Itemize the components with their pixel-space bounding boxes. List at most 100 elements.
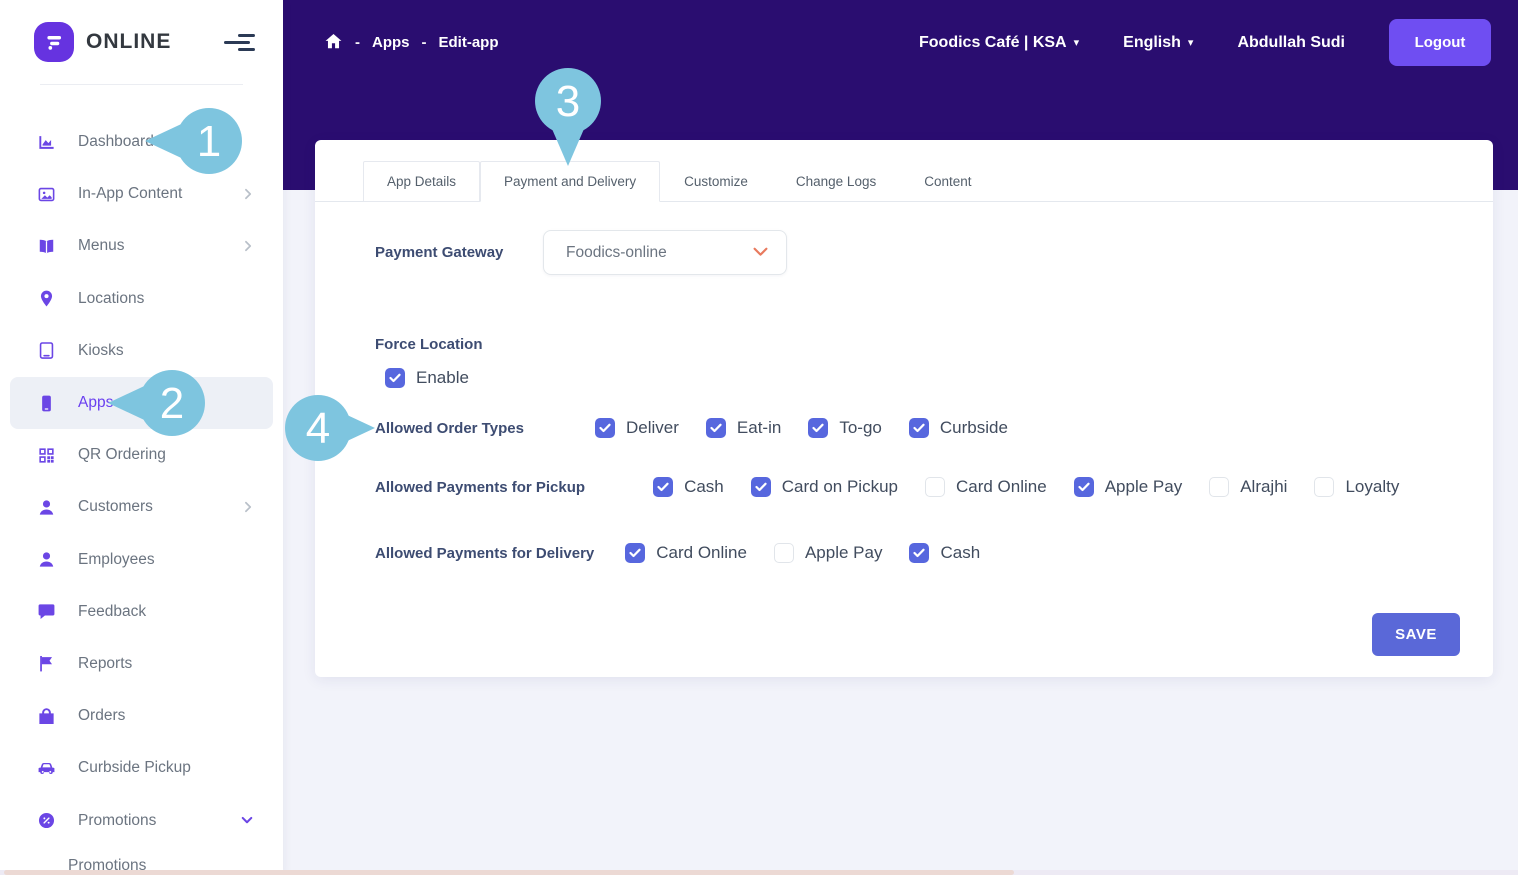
checkbox-to-go[interactable]: To-go (808, 418, 882, 438)
payment-gateway-label: Payment Gateway (375, 244, 504, 261)
delivery-payments-label: Allowed Payments for Delivery (375, 544, 595, 562)
user-icon (36, 550, 56, 569)
checkbox-enable[interactable]: Enable (385, 368, 469, 388)
checkbox-deliver[interactable]: Deliver (595, 418, 679, 438)
header-right: Foodics Café | KSA ▾ English ▾ Abdullah Su… (919, 19, 1491, 66)
foodics-logo-icon (34, 22, 74, 62)
sidebar-item-promotions[interactable]: Promotions (0, 794, 283, 846)
caret-down-icon: ▾ (1187, 36, 1194, 49)
checked-box-icon (750, 477, 771, 497)
tab-content[interactable]: Content (900, 161, 995, 202)
user-icon (36, 498, 56, 517)
scrollbar-thumb[interactable] (4, 870, 1014, 875)
book-icon (36, 237, 56, 256)
svg-text:1: 1 (197, 117, 221, 166)
user-name: Abdullah Sudi (1237, 33, 1345, 51)
payment-gateway-row: Payment Gateway (375, 230, 503, 275)
chevron-down-icon (753, 244, 768, 262)
edit-app-card: App Details Payment and Delivery Customize… (315, 140, 1493, 677)
home-icon[interactable] (324, 32, 343, 51)
caret-down-icon: ▾ (1073, 36, 1080, 49)
tab-bar: App Details Payment and Delivery Customize… (315, 161, 1493, 202)
delivery-payments-row: Allowed Payments for Delivery Card Onlin… (375, 531, 1007, 575)
image-icon (36, 185, 56, 204)
breadcrumb-edit-app[interactable]: Edit-app (439, 34, 499, 51)
checkbox-apple-pay[interactable]: Apple Pay (1073, 477, 1182, 497)
sidebar-item-reports[interactable]: Reports (0, 638, 283, 690)
chevron-right-icon (244, 501, 253, 513)
checkbox-alrajhi[interactable]: Alrajhi (1209, 477, 1287, 497)
unchecked-box-icon (1314, 477, 1335, 497)
checkbox-cash[interactable]: Cash (909, 543, 980, 563)
checked-box-icon (705, 418, 726, 438)
annotation-pin-2: 2 (108, 370, 206, 436)
payment-gateway-select[interactable]: Foodics-online (543, 230, 787, 275)
force-location-label: Force Location (375, 336, 483, 353)
checkbox-apple-pay[interactable]: Apple Pay (773, 543, 882, 563)
checked-box-icon (653, 477, 674, 497)
tab-change-logs[interactable]: Change Logs (772, 161, 900, 202)
qr-code-icon (36, 446, 56, 465)
checked-box-icon (1073, 477, 1094, 497)
sidebar-divider (40, 84, 243, 85)
checkbox-loyalty[interactable]: Loyalty (1314, 477, 1399, 497)
checkbox-cash[interactable]: Cash (653, 477, 724, 497)
sidebar-item-qr-ordering[interactable]: QR Ordering (0, 429, 283, 481)
svg-text:2: 2 (160, 379, 184, 428)
chevron-right-icon (244, 188, 253, 200)
order-types-row: Deliver Eat-in To-go Curbside (375, 406, 1035, 450)
sidebar-item-in-app-content[interactable]: In-App Content (0, 168, 283, 220)
unchecked-box-icon (924, 477, 945, 497)
svg-text:3: 3 (556, 77, 580, 126)
account-selector[interactable]: Foodics Café | KSA ▾ (919, 34, 1079, 52)
logo-row: ONLINE (0, 0, 283, 84)
tab-app-details[interactable]: App Details (363, 161, 481, 202)
checked-box-icon (625, 543, 646, 563)
checkbox-card-online[interactable]: Card Online (924, 477, 1047, 497)
breadcrumb-apps[interactable]: Apps (372, 34, 410, 51)
sidebar-item-customers[interactable]: Customers (0, 481, 283, 533)
breadcrumb: - Apps - Edit-app (324, 32, 499, 51)
checked-box-icon (909, 543, 930, 563)
brand-name: ONLINE (86, 30, 172, 53)
mobile-icon (36, 394, 56, 413)
chevron-down-icon (241, 816, 253, 825)
sidebar-item-orders[interactable]: Orders (0, 690, 283, 742)
annotation-pin-1: 1 (145, 108, 243, 174)
checkbox-eat-in[interactable]: Eat-in (705, 418, 781, 438)
chevron-right-icon (244, 240, 253, 252)
comment-icon (36, 602, 56, 621)
svg-text:4: 4 (306, 404, 330, 453)
checked-box-icon (385, 368, 405, 388)
top-header: - Apps - Edit-app Foodics Café | KSA ▾ En… (283, 0, 1518, 85)
sidebar-nav: Dashboard In-App Content Menus Locations Kio… (0, 116, 283, 847)
annotation-pin-3: 3 (535, 68, 601, 168)
sidebar-toggle-icon[interactable] (220, 30, 259, 55)
checkbox-curbside[interactable]: Curbside (908, 418, 1008, 438)
tab-customize[interactable]: Customize (660, 161, 772, 202)
breadcrumb-separator: - (355, 34, 360, 51)
car-icon (36, 759, 56, 778)
logout-button[interactable]: Logout (1389, 19, 1491, 66)
map-marker-icon (36, 289, 56, 308)
sidebar-item-curbside-pickup[interactable]: Curbside Pickup (0, 742, 283, 794)
tablet-icon (36, 341, 56, 360)
sidebar-item-feedback[interactable]: Feedback (0, 586, 283, 638)
sidebar-item-locations[interactable]: Locations (0, 273, 283, 325)
sidebar-item-menus[interactable]: Menus (0, 220, 283, 272)
pickup-payments-label: Allowed Payments for Pickup (375, 478, 586, 496)
badge-percent-icon (36, 811, 56, 830)
payment-gateway-value: Foodics-online (566, 243, 667, 261)
checkbox-card-online[interactable]: Card Online (625, 543, 747, 563)
horizontal-scrollbar (0, 870, 1518, 875)
checkbox-card-on-pickup[interactable]: Card on Pickup (750, 477, 898, 497)
language-selector[interactable]: English ▾ (1123, 34, 1193, 52)
force-location-enable-row: Enable (385, 368, 496, 388)
breadcrumb-separator: - (421, 34, 427, 51)
checked-box-icon (808, 418, 829, 438)
sidebar-item-employees[interactable]: Employees (0, 534, 283, 586)
pickup-payments-row: Allowed Payments for Pickup Cash Card on … (375, 465, 1426, 509)
save-button[interactable]: SAVE (1372, 613, 1460, 656)
unchecked-box-icon (1209, 477, 1230, 497)
checked-box-icon (908, 418, 929, 438)
